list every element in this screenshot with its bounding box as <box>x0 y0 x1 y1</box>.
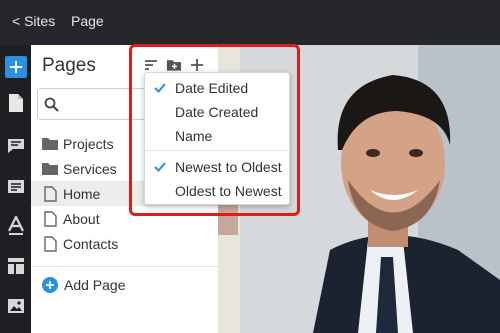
layout-icon <box>8 258 24 274</box>
folder-icon <box>42 161 58 177</box>
page-item-label: About <box>63 210 100 227</box>
add-circle-icon <box>42 277 58 293</box>
search-icon <box>44 97 59 112</box>
image-icon <box>8 299 24 313</box>
panel-divider <box>31 266 218 267</box>
page-icon <box>42 185 58 202</box>
page-item-contacts[interactable]: Contacts <box>31 231 218 256</box>
page-item-label: Projects <box>63 135 114 152</box>
text-block-tool-button[interactable] <box>5 175 27 197</box>
plus-icon <box>10 61 22 73</box>
add-page-button[interactable]: Add Page <box>31 272 218 298</box>
page-menu-link[interactable]: Page <box>71 13 104 29</box>
folder-icon <box>42 136 58 152</box>
font-icon <box>8 216 24 235</box>
annotation-highlight-box <box>129 44 300 216</box>
font-tool-button[interactable] <box>5 215 27 237</box>
left-tool-rail <box>0 45 31 333</box>
text-block-icon <box>8 179 24 193</box>
back-to-sites-link[interactable]: < Sites <box>12 13 55 29</box>
page-item-label: Services <box>63 160 117 177</box>
add-page-label: Add Page <box>64 277 126 293</box>
layout-tool-button[interactable] <box>5 255 27 277</box>
page-item-label: Contacts <box>63 235 119 252</box>
page-icon <box>42 235 58 252</box>
image-tool-button[interactable] <box>5 295 27 317</box>
panel-title: Pages <box>42 55 96 76</box>
add-element-button[interactable] <box>5 56 27 78</box>
comments-tool-button[interactable] <box>5 135 27 157</box>
page-item-label: Home <box>63 185 101 202</box>
comment-icon <box>8 139 24 153</box>
top-bar: < Sites Page <box>0 0 500 45</box>
page-icon <box>9 94 23 112</box>
page-icon <box>42 210 58 227</box>
pages-tool-button[interactable] <box>5 92 27 114</box>
